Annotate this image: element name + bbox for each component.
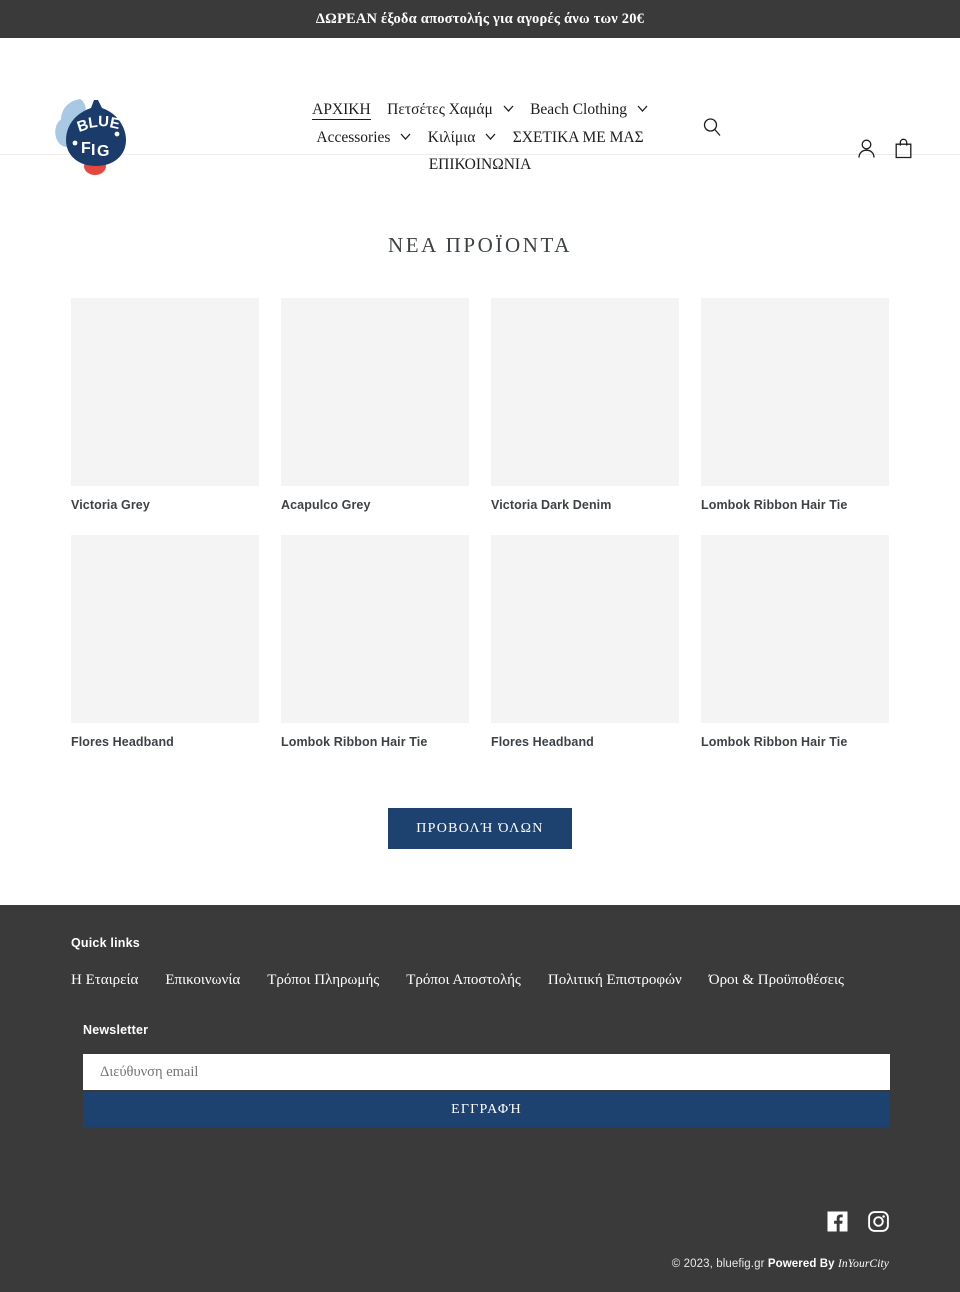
nav-item-hammam-towels[interactable]: Πετσέτες Χαμάμ bbox=[387, 96, 514, 123]
chevron-down-icon bbox=[485, 133, 496, 140]
svg-text:G: G bbox=[97, 143, 109, 160]
product-title: Victoria Dark Denim bbox=[491, 498, 612, 512]
product-title: Lombok Ribbon Hair Tie bbox=[701, 735, 848, 749]
product-title: Lombok Ribbon Hair Tie bbox=[281, 735, 428, 749]
powered-by-brand[interactable]: InYourCity bbox=[838, 1258, 889, 1270]
quick-link-returns-policy[interactable]: Πολιτική Επιστροφών bbox=[548, 972, 682, 989]
facebook-icon bbox=[827, 1211, 848, 1232]
svg-text:U: U bbox=[98, 113, 109, 130]
nav-item-contact-label: ΕΠΙΚΟΙΝΩΝΙΑ bbox=[428, 155, 532, 173]
nav-item-contact[interactable]: ΕΠΙΚΟΙΝΩΝΙΑ bbox=[429, 151, 532, 178]
product-card[interactable]: Acapulco Grey bbox=[281, 298, 469, 513]
account-button[interactable] bbox=[856, 137, 877, 160]
newsletter-email-input[interactable] bbox=[83, 1054, 890, 1090]
nav-item-accessories-label: Accessories bbox=[316, 128, 391, 146]
product-card[interactable]: Flores Headband bbox=[491, 535, 679, 750]
nav-item-kilims-label: Κιλίμια bbox=[427, 128, 476, 146]
quick-link-payment-methods[interactable]: Τρόποι Πληρωμής bbox=[267, 972, 379, 989]
svg-text:F: F bbox=[81, 140, 91, 157]
nav-item-beach-clothing-label: Beach Clothing bbox=[530, 101, 627, 119]
main-navigation: ΑΡΧΙΚΗ Πετσέτες Χαμάμ Beach Clothing Acc… bbox=[266, 96, 694, 178]
quick-link-contact[interactable]: Επικοινωνία bbox=[165, 972, 240, 989]
product-card[interactable]: Victoria Dark Denim bbox=[491, 298, 679, 513]
announcement-text: ΔΩΡΕΑΝ έξοδα αποστολής για αγορές άνω τω… bbox=[315, 10, 645, 27]
quick-link-company[interactable]: Η Εταιρεία bbox=[71, 972, 138, 989]
product-image bbox=[701, 535, 889, 723]
chevron-down-icon bbox=[400, 133, 411, 140]
blue-fig-logo-icon: B L U E F I G bbox=[55, 99, 126, 175]
instagram-link[interactable] bbox=[868, 1211, 889, 1232]
product-card[interactable]: Lombok Ribbon Hair Tie bbox=[701, 535, 889, 750]
chevron-down-icon bbox=[637, 105, 648, 113]
product-card[interactable]: Lombok Ribbon Hair Tie bbox=[701, 298, 889, 513]
nav-item-about-us[interactable]: ΣΧΕΤΙΚΑ ΜΕ ΜΑΣ bbox=[513, 124, 644, 151]
product-title: Victoria Grey bbox=[71, 498, 150, 512]
product-title: Flores Headband bbox=[491, 735, 594, 749]
nav-item-about-us-label: ΣΧΕΤΙΚΑ ΜΕ ΜΑΣ bbox=[512, 128, 644, 146]
copyright: © 2023, bluefig.gr Powered By InYourCity bbox=[71, 1258, 889, 1270]
product-card[interactable]: Victoria Grey bbox=[71, 298, 259, 513]
newsletter-subscribe-button[interactable]: ΕΓΓΡΑΦΉ bbox=[83, 1092, 890, 1127]
nav-item-home[interactable]: ΑΡΧΙΚΗ bbox=[312, 96, 371, 123]
quick-links-list: Η Εταιρεία Επικοινωνία Τρόποι Πληρωμής Τ… bbox=[71, 972, 889, 1023]
instagram-icon bbox=[868, 1211, 889, 1232]
newsletter-block: Newsletter ΕΓΓΡΑΦΉ bbox=[71, 1023, 890, 1127]
product-image bbox=[281, 298, 469, 486]
copyright-text: © 2023, bluefig.gr bbox=[671, 1258, 765, 1270]
cart-icon bbox=[895, 138, 912, 159]
product-title: Acapulco Grey bbox=[281, 498, 371, 512]
site-header: B L U E F I G ΑΡΧΙΚΗ Πετσέτες Χαμάμ Beac… bbox=[0, 38, 960, 175]
product-image bbox=[281, 535, 469, 723]
newsletter-form: ΕΓΓΡΑΦΉ bbox=[83, 1054, 890, 1127]
footer-bottom: © 2023, bluefig.gr Powered By InYourCity bbox=[71, 1127, 889, 1292]
product-image bbox=[491, 298, 679, 486]
nav-item-home-label: ΑΡΧΙΚΗ bbox=[312, 101, 371, 121]
product-image bbox=[491, 535, 679, 723]
quick-links-block: Quick links Η Εταιρεία Επικοινωνία Τρόπο… bbox=[71, 936, 889, 1023]
search-button[interactable] bbox=[701, 116, 723, 138]
product-title: Lombok Ribbon Hair Tie bbox=[701, 498, 848, 512]
product-image bbox=[71, 535, 259, 723]
main-content: ΝΕΑ ΠΡΟΪΟΝΤΑ Victoria Grey Acapulco Grey… bbox=[0, 155, 960, 905]
nav-item-kilims[interactable]: Κιλίμια bbox=[428, 124, 497, 151]
newsletter-heading: Newsletter bbox=[83, 1023, 149, 1037]
view-all-button[interactable]: ΠΡΟΒΟΛΉ ΌΛΩΝ bbox=[388, 808, 572, 849]
footer-inner: Quick links Η Εταιρεία Επικοινωνία Τρόπο… bbox=[71, 936, 890, 1127]
product-card[interactable]: Lombok Ribbon Hair Tie bbox=[281, 535, 469, 750]
svg-text:I: I bbox=[91, 142, 95, 159]
quick-link-terms[interactable]: Όροι & Προϋποθέσεις bbox=[709, 972, 844, 989]
site-logo[interactable]: B L U E F I G bbox=[46, 87, 138, 179]
powered-by-label: Powered By bbox=[767, 1258, 835, 1270]
nav-item-accessories[interactable]: Accessories bbox=[316, 124, 411, 151]
view-all-wrapper: ΠΡΟΒΟΛΉ ΌΛΩΝ bbox=[0, 750, 960, 849]
search-icon bbox=[703, 118, 721, 136]
announcement-bar: ΔΩΡΕΑΝ έξοδα αποστολής για αγορές άνω τω… bbox=[0, 0, 960, 38]
product-title: Flores Headband bbox=[71, 735, 174, 749]
product-image bbox=[701, 298, 889, 486]
account-icon bbox=[858, 139, 875, 158]
site-footer: Quick links Η Εταιρεία Επικοινωνία Τρόπο… bbox=[0, 905, 960, 1292]
nav-item-hammam-towels-label: Πετσέτες Χαμάμ bbox=[387, 101, 493, 119]
product-image bbox=[71, 298, 259, 486]
facebook-link[interactable] bbox=[827, 1211, 848, 1232]
cart-button[interactable] bbox=[893, 137, 914, 160]
social-links bbox=[71, 1211, 889, 1232]
nav-item-beach-clothing[interactable]: Beach Clothing bbox=[530, 96, 648, 123]
quick-link-shipping-methods[interactable]: Τρόποι Αποστολής bbox=[406, 972, 521, 989]
header-icon-group bbox=[856, 137, 914, 160]
product-grid: Victoria Grey Acapulco Grey Victoria Dar… bbox=[71, 280, 889, 750]
quick-links-heading: Quick links bbox=[71, 936, 140, 950]
product-card[interactable]: Flores Headband bbox=[71, 535, 259, 750]
chevron-down-icon bbox=[503, 105, 514, 113]
